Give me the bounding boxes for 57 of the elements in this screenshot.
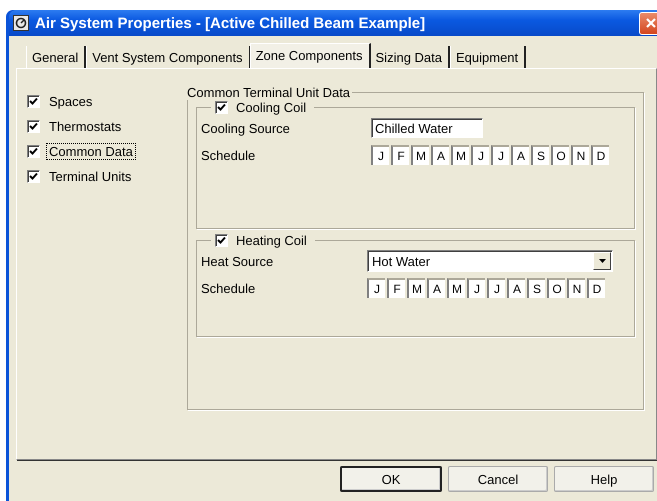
month-toggle[interactable]: J	[371, 145, 389, 165]
month-toggle[interactable]: N	[571, 145, 589, 165]
dropdown-value: Hot Water	[372, 254, 430, 268]
dialog-button[interactable]: Cancel	[448, 466, 548, 492]
month-toggle[interactable]: D	[591, 145, 609, 165]
month-toggle[interactable]: S	[531, 145, 549, 165]
input-field[interactable]: Chilled Water	[371, 118, 483, 138]
checkbox[interactable]	[215, 234, 228, 247]
month-toggle[interactable]: A	[427, 278, 445, 298]
window-title: Air System Properties - [Active Chilled Beam Example]	[35, 14, 426, 32]
month-toggle[interactable]: A	[511, 145, 529, 165]
month-toggle[interactable]: M	[451, 145, 469, 165]
tab[interactable]: General	[26, 46, 86, 68]
month-toggle[interactable]: S	[527, 278, 545, 298]
dialog-button[interactable]: Help	[554, 466, 654, 492]
checkbox-label[interactable]: Common Data	[46, 143, 136, 160]
checkbox[interactable]	[27, 95, 40, 108]
field-label: Schedule	[201, 148, 256, 162]
checkbox[interactable]	[27, 170, 40, 183]
field-label: Schedule	[201, 280, 256, 296]
tab[interactable]: Equipment	[450, 46, 526, 68]
month-toggle[interactable]: D	[587, 278, 605, 298]
month-toggle[interactable]: M	[447, 278, 465, 298]
month-toggle[interactable]: M	[407, 278, 425, 298]
month-toggle[interactable]: J	[367, 278, 385, 298]
group-title: Common Terminal Unit Data	[187, 85, 350, 100]
month-toggle[interactable]: O	[547, 278, 565, 298]
checkbox-label[interactable]: Heating Coil	[236, 233, 307, 248]
checkbox[interactable]	[215, 101, 228, 114]
dropdown[interactable]: Hot Water	[367, 250, 613, 272]
dialog-button[interactable]: OK	[340, 466, 442, 492]
month-toggle[interactable]: J	[467, 278, 485, 298]
dropdown-button[interactable]	[593, 252, 611, 270]
month-toggle[interactable]: M	[411, 145, 429, 165]
field-label: Cooling Source	[201, 120, 291, 136]
checkbox-label[interactable]: Terminal Units	[46, 168, 134, 185]
checkbox[interactable]	[27, 145, 40, 158]
month-toggle[interactable]: O	[551, 145, 569, 165]
month-toggle[interactable]: A	[507, 278, 525, 298]
checkbox-label[interactable]: Thermostats	[46, 118, 124, 135]
checkbox[interactable]	[27, 120, 40, 133]
caret-icon	[598, 259, 606, 263]
month-toggle[interactable]: J	[491, 145, 509, 165]
month-toggle[interactable]: F	[387, 278, 405, 298]
tab[interactable]: Vent System Components	[86, 46, 251, 68]
app-icon	[13, 15, 29, 31]
checkbox-label[interactable]: Cooling Coil	[236, 100, 306, 115]
close-button[interactable]	[639, 12, 657, 34]
month-toggle[interactable]: J	[487, 278, 505, 298]
checkbox-label[interactable]: Spaces	[46, 93, 96, 110]
field-label: Heat Source	[201, 254, 274, 268]
tab[interactable]: Zone Components	[250, 43, 371, 68]
close-icon	[645, 17, 657, 29]
month-toggle[interactable]: N	[567, 278, 585, 298]
month-toggle[interactable]: J	[471, 145, 489, 165]
month-toggle[interactable]: F	[391, 145, 409, 165]
month-toggle[interactable]: A	[431, 145, 449, 165]
